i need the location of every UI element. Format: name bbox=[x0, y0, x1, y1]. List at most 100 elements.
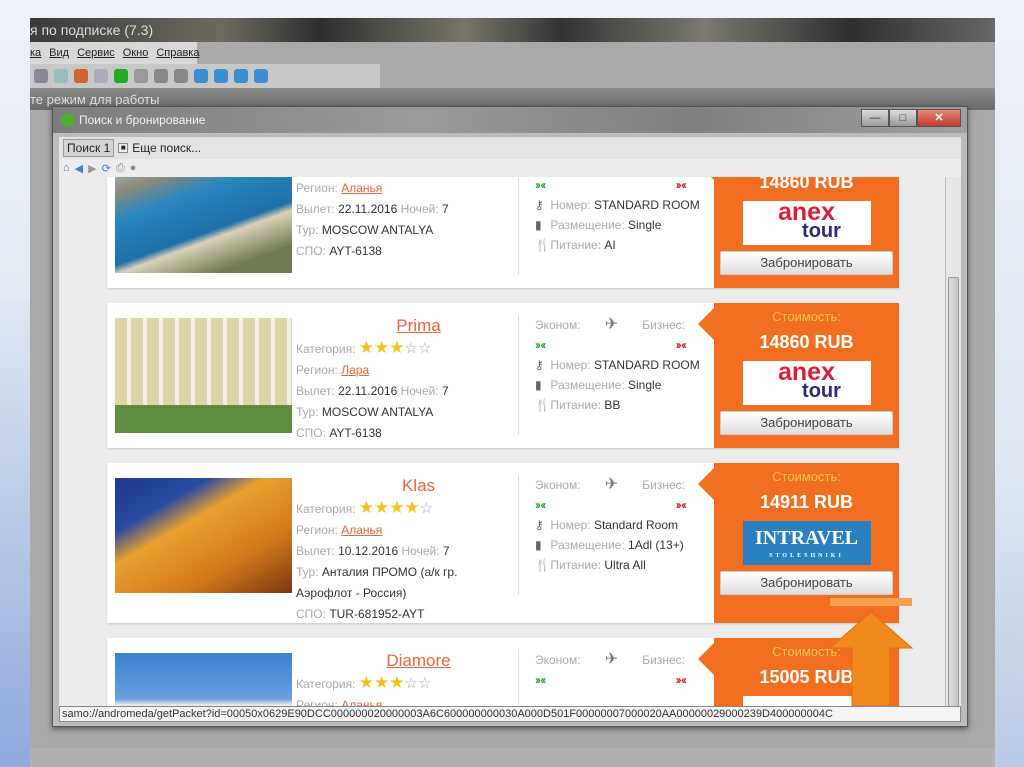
departure-row: Вылет: 22.11.2016 Ночей: 7 bbox=[296, 199, 511, 220]
paste-icon[interactable] bbox=[174, 69, 188, 83]
cut-icon[interactable] bbox=[134, 69, 148, 83]
tab-more-search[interactable]: Еще поиск... bbox=[132, 141, 201, 155]
hotel-photo[interactable] bbox=[115, 177, 292, 273]
operator-sub: tour bbox=[802, 380, 841, 402]
economy-availability-icon: ›› ‹‹ bbox=[535, 498, 546, 512]
economy-availability-icon: ›› ‹‹ bbox=[535, 178, 546, 192]
hotel-photo[interactable] bbox=[115, 478, 292, 593]
star-filled-icon: ★ bbox=[404, 498, 420, 517]
spo-row: СПО: AYT-6138 bbox=[296, 423, 511, 444]
region-link[interactable]: Лара bbox=[341, 363, 369, 377]
stop-icon[interactable]: ● bbox=[130, 162, 137, 174]
star-empty-icon: ☆ bbox=[417, 340, 432, 357]
spo-row: СПО: TUR-681952-AYT bbox=[296, 604, 511, 625]
upload-icon[interactable] bbox=[194, 69, 208, 83]
nights: 7 bbox=[442, 544, 450, 558]
tour: Анталия ПРОМО (а/к гр. Аэрофлот - Россия… bbox=[296, 565, 458, 600]
book-button[interactable]: Забронировать bbox=[720, 571, 893, 595]
economy-availability-icon: ›› ‹‹ bbox=[535, 673, 546, 687]
region-row: Регион: Аланья bbox=[296, 695, 511, 706]
menu-item-help[interactable]: Справка bbox=[156, 42, 199, 64]
label: Размещение: bbox=[550, 378, 625, 392]
info-icon[interactable] bbox=[254, 69, 268, 83]
room: STANDARD ROOM bbox=[593, 358, 700, 372]
tab-close-icon[interactable]: ■ bbox=[118, 143, 129, 153]
region-link[interactable]: Аланья bbox=[341, 523, 382, 537]
back-icon[interactable]: ◀ bbox=[75, 162, 83, 175]
print-icon[interactable]: ⎙ bbox=[116, 162, 125, 175]
document-icon[interactable] bbox=[94, 69, 108, 83]
operator-sub: tour bbox=[802, 220, 841, 242]
refresh-icon[interactable] bbox=[34, 69, 48, 83]
book-button[interactable]: Забронировать bbox=[720, 251, 893, 275]
tab-search-1[interactable]: Поиск 1 bbox=[63, 139, 115, 157]
nav-bar: ⌂ ◀ ▶ ⟳ ⎙ ● bbox=[59, 159, 961, 177]
menu-item-view[interactable]: Вид bbox=[49, 42, 69, 64]
departure-date: 22.11.2016 bbox=[338, 384, 398, 398]
hotel-name-link[interactable]: Prima bbox=[296, 315, 511, 337]
price-panel: Стоимость: 14860 RUB anextourЗабронирова… bbox=[698, 303, 899, 448]
label: Категория: bbox=[296, 502, 356, 516]
hotel-name-link[interactable]: Diamore bbox=[296, 650, 511, 672]
region-link[interactable]: Аланья bbox=[341, 698, 382, 706]
label: Регион: bbox=[296, 181, 338, 195]
star-filled-icon: ★ bbox=[389, 338, 405, 357]
app-title: я по подписке (7.3) bbox=[30, 18, 995, 42]
price-value: 14911 RUB bbox=[759, 492, 854, 512]
menu-item-window[interactable]: Окно bbox=[123, 42, 149, 64]
region-link[interactable]: Аланья bbox=[341, 181, 382, 195]
business-label: Бизнес: bbox=[642, 318, 685, 332]
plane-icon: ✈ bbox=[604, 316, 619, 333]
hotel-card: Prima Категория: ★★★☆☆ Регион: Лара Выле… bbox=[107, 303, 899, 448]
region-row: Регион: Аланья bbox=[296, 178, 511, 199]
export-icon[interactable] bbox=[234, 69, 248, 83]
scrollbar[interactable] bbox=[945, 177, 961, 707]
star-filled-icon: ★ bbox=[374, 338, 390, 357]
menu-item-service[interactable]: Сервис bbox=[77, 42, 115, 64]
minimize-button[interactable]: — bbox=[861, 109, 889, 127]
operator-logo: INTRAVEL STOLESHNIKI bbox=[742, 521, 871, 565]
results-view: Категория: ★★★☆☆ Регион: Аланья Вылет: 2… bbox=[59, 177, 945, 706]
label: Питание: bbox=[550, 398, 602, 412]
nights: 7 bbox=[442, 202, 449, 216]
tour-row: Тур: MOSCOW ANTALYA bbox=[296, 402, 511, 423]
book-button[interactable]: Забронировать bbox=[720, 411, 893, 435]
copy-icon[interactable] bbox=[154, 69, 168, 83]
maximize-button[interactable]: □ bbox=[889, 109, 917, 127]
label: Регион: bbox=[296, 363, 338, 377]
business-availability-icon: ›› ‹‹ bbox=[675, 673, 687, 687]
forward-icon[interactable]: ▶ bbox=[88, 162, 96, 175]
meals: Ultra All bbox=[604, 558, 646, 572]
meals: AI bbox=[604, 238, 616, 252]
divider bbox=[518, 475, 519, 595]
print-icon[interactable] bbox=[54, 69, 68, 83]
download-icon[interactable] bbox=[214, 69, 228, 83]
hotel-photo[interactable] bbox=[115, 653, 292, 706]
slide-background bbox=[0, 300, 30, 767]
close-button[interactable]: ✕ bbox=[917, 109, 961, 127]
spo: AYT-6138 bbox=[329, 244, 382, 258]
scrollbar-thumb[interactable] bbox=[948, 277, 959, 707]
label: Тур: bbox=[296, 405, 319, 419]
meals-icon: 🍴 bbox=[535, 398, 550, 412]
meals-icon: 🍴 bbox=[535, 558, 550, 572]
hotel-name-link[interactable]: Klas bbox=[296, 475, 511, 497]
home-icon[interactable]: ⌂ bbox=[63, 162, 70, 174]
reload-icon[interactable]: ⟳ bbox=[102, 162, 111, 175]
operator-logo: anex tour bbox=[742, 360, 871, 405]
menu-item-file[interactable]: ка bbox=[30, 42, 41, 64]
economy-label: Эконом: bbox=[535, 478, 581, 492]
departure-date: 22.11.2016 bbox=[338, 202, 398, 216]
label: Размещение: bbox=[550, 218, 625, 232]
label: Номер: bbox=[550, 358, 591, 372]
divider bbox=[518, 650, 519, 706]
label: Категория: bbox=[296, 342, 356, 356]
price-value: 14860 RUB bbox=[759, 177, 854, 192]
tab-strip: Поиск 1 ■ Еще поиск... bbox=[59, 137, 961, 159]
star-filled-icon: ★ bbox=[358, 673, 375, 692]
color-icon[interactable] bbox=[74, 69, 88, 83]
price-panel: Стоимость: 14860 RUB anextourЗабронирова… bbox=[698, 177, 899, 288]
hotel-photo[interactable] bbox=[115, 318, 292, 433]
menu-bar: ка Вид Сервис Окно Справка bbox=[30, 42, 199, 64]
phone-icon[interactable] bbox=[114, 69, 128, 83]
